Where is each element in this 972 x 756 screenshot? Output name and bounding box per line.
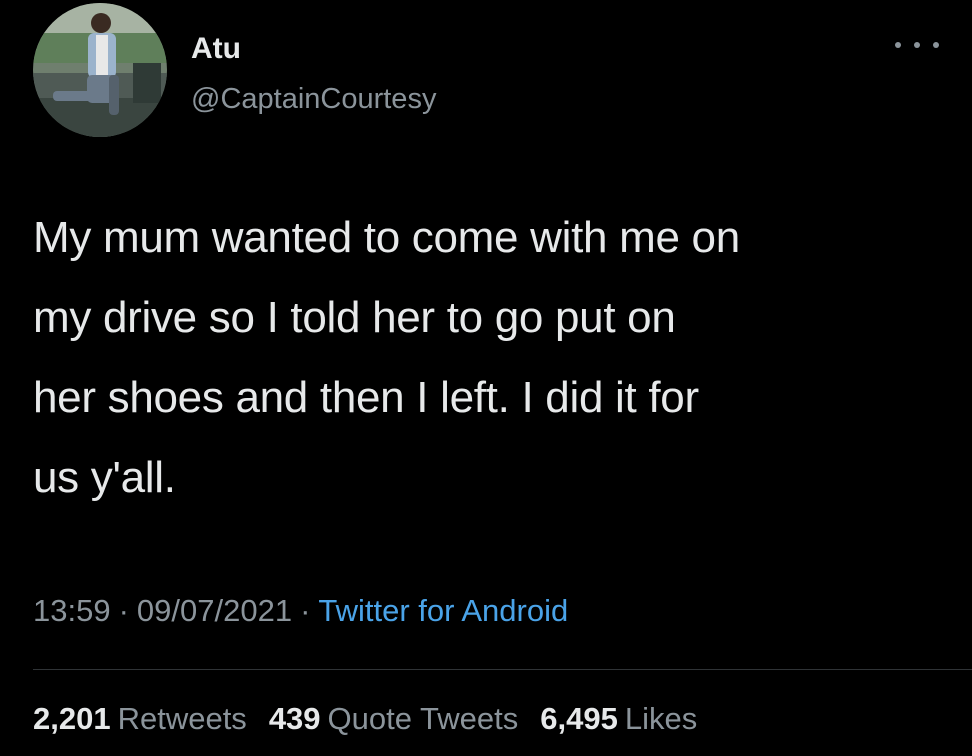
avatar-photo	[33, 3, 167, 137]
tweet-text-line: my drive so I told her to go put on	[33, 293, 676, 342]
tweet-date[interactable]: 09/07/2021	[137, 593, 292, 628]
more-horizontal-icon[interactable]	[895, 34, 939, 56]
quote-tweets-label: Quote Tweets	[327, 701, 519, 736]
likes-stat[interactable]: 6,495 Likes	[540, 701, 697, 737]
meta-separator: ·	[118, 593, 129, 628]
engagement-stats: 2,201 Retweets 439 Quote Tweets 6,495 Likes	[33, 701, 719, 737]
quote-tweets-count: 439	[268, 701, 321, 736]
tweet-card: Atu @CaptainCourtesy My mum wanted to co…	[0, 0, 972, 756]
divider	[33, 669, 972, 670]
more-dot	[933, 42, 939, 48]
meta-separator: ·	[300, 593, 311, 628]
avatar[interactable]	[33, 3, 167, 137]
display-name[interactable]: Atu	[191, 32, 241, 66]
retweets-count: 2,201	[33, 701, 111, 736]
more-dot	[895, 42, 901, 48]
likes-label: Likes	[624, 701, 698, 736]
tweet-metadata: 13:59 · 09/07/2021 · Twitter for Android	[33, 593, 568, 629]
retweets-stat[interactable]: 2,201 Retweets	[33, 701, 247, 737]
tweet-text: My mum wanted to come with me on my driv…	[33, 198, 963, 518]
tweet-text-line: her shoes and then I left. I did it for	[33, 373, 699, 422]
tweet-text-line: My mum wanted to come with me on	[33, 213, 740, 262]
more-dot	[914, 42, 920, 48]
quote-tweets-stat[interactable]: 439 Quote Tweets	[269, 701, 518, 737]
user-handle[interactable]: @CaptainCourtesy	[191, 83, 436, 116]
tweet-source-link[interactable]: Twitter for Android	[318, 593, 568, 628]
tweet-text-line: us y'all.	[33, 453, 176, 502]
likes-count: 6,495	[540, 701, 618, 736]
tweet-time[interactable]: 13:59	[33, 593, 111, 628]
retweets-label: Retweets	[117, 701, 247, 736]
